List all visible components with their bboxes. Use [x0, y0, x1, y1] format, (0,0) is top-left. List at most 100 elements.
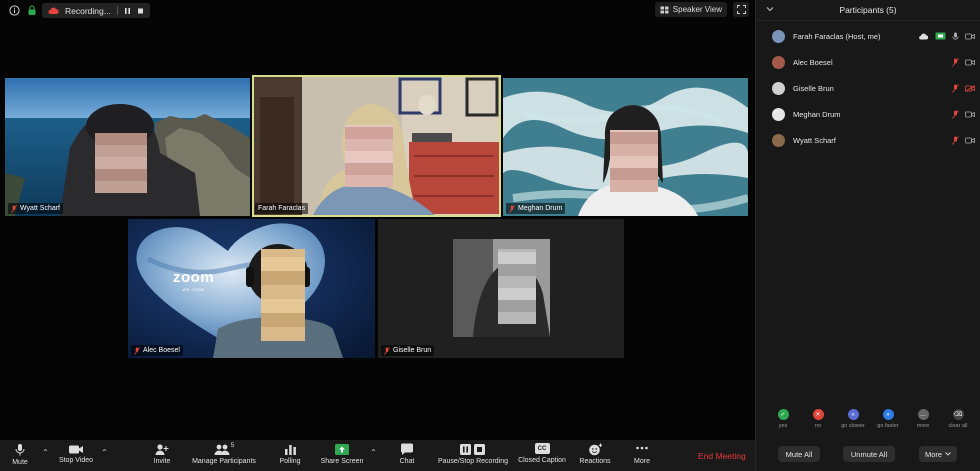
video-tile-giselle[interactable]: Giselle Brun: [378, 219, 624, 358]
tile-name-label: Giselle Brun: [381, 345, 435, 356]
fullscreen-icon: [736, 5, 746, 14]
feedback-go-faster-button[interactable]: » go faster: [873, 409, 903, 429]
pause-recording-icon[interactable]: [124, 7, 131, 15]
recording-indicator[interactable]: Recording...: [42, 3, 150, 18]
cloud-icon: [919, 33, 929, 39]
video-tile-farah[interactable]: Farah Faraclas: [252, 75, 501, 217]
feedback-clear-all-button[interactable]: ⌫ clear all: [943, 409, 973, 429]
share-options-chevron-icon[interactable]: ⌃: [370, 448, 377, 457]
recording-label: Recording...: [65, 5, 111, 16]
avatar: [772, 81, 785, 95]
participant-name: Wyatt Scharf: [793, 135, 836, 145]
add-person-icon: [155, 444, 169, 455]
meeting-toolbar: Mute ⌃ Stop Video ⌃ Invite 5 Manage Part…: [0, 440, 755, 471]
blurred-face: [345, 125, 393, 187]
video-tile-meghan[interactable]: Meghan Drum: [503, 78, 748, 216]
muted-mic-icon[interactable]: [952, 109, 959, 119]
panel-more-label: More: [924, 449, 943, 459]
feedback-yes-button[interactable]: ✓ yes: [768, 409, 798, 429]
participant-name: Giselle Brun: [393, 347, 432, 354]
video-camera-icon: [69, 445, 83, 454]
more-button[interactable]: More: [630, 440, 654, 471]
video-tile-wyatt[interactable]: Wyatt Scharf: [5, 78, 250, 216]
closed-caption-button[interactable]: CC Closed Caption: [516, 440, 568, 471]
participant-row[interactable]: Meghan Drum: [756, 105, 980, 123]
video-options-chevron-icon[interactable]: ⌃: [101, 448, 108, 457]
video-camera-icon[interactable]: [965, 111, 975, 118]
feedback-label: go slower: [841, 423, 865, 429]
video-tile-alec[interactable]: zoom WE CARE Alec Boesel: [128, 219, 375, 358]
participant-row[interactable]: Wyatt Scharf: [756, 131, 980, 149]
grid-icon: [660, 6, 669, 13]
avatar: [772, 133, 785, 147]
muted-mic-icon[interactable]: [952, 135, 959, 145]
bar-chart-icon: [284, 445, 296, 455]
feedback-label: go faster: [877, 423, 899, 429]
chat-bubble-icon: [400, 443, 413, 455]
feedback-label: yes: [778, 423, 788, 429]
blurred-face: [95, 133, 147, 193]
blurred-face: [261, 249, 305, 341]
chevron-down-icon[interactable]: [766, 6, 774, 12]
panel-header: Participants (5): [756, 0, 980, 21]
participant-name: Farah Faraclas (Host, me): [793, 31, 881, 41]
nonverbal-feedback-bar: ✓ yes ✕ no « go slower » go faster … mor…: [768, 409, 973, 429]
video-camera-icon[interactable]: [965, 137, 975, 144]
mute-button[interactable]: Mute: [8, 440, 32, 471]
panel-more-button[interactable]: More: [919, 446, 957, 462]
avatar: [772, 55, 785, 69]
share-screen-button[interactable]: Share Screen: [318, 440, 366, 471]
participant-row[interactable]: Giselle Brun: [756, 79, 980, 97]
video-camera-icon[interactable]: [965, 33, 975, 40]
feedback-label: no: [814, 423, 822, 429]
participant-count-badge: 5: [230, 442, 235, 449]
closed-caption-icon: CC: [534, 443, 550, 454]
info-icon[interactable]: [8, 4, 21, 17]
participant-name: Meghan Drum: [793, 109, 841, 119]
divider: [116, 6, 118, 15]
feedback-no-button[interactable]: ✕ no: [803, 409, 833, 429]
feedback-go-slower-button[interactable]: « go slower: [838, 409, 868, 429]
panel-footer: Mute All Unmute All More: [756, 440, 980, 471]
muted-mic-icon[interactable]: [952, 83, 959, 93]
cloud-recording-icon: [48, 7, 59, 14]
video-off-icon[interactable]: [965, 84, 975, 92]
speaker-view-button[interactable]: Speaker View: [654, 2, 727, 17]
polling-button[interactable]: Polling: [277, 440, 303, 471]
feedback-more-button[interactable]: … more: [908, 409, 938, 429]
stop-video-button[interactable]: Stop Video: [55, 440, 97, 471]
fullscreen-button[interactable]: [733, 2, 749, 17]
eraser-icon: ⌫: [952, 409, 964, 420]
more-label: More: [634, 458, 650, 465]
rewind-icon: «: [847, 409, 859, 420]
participant-row[interactable]: Farah Faraclas (Host, me): [756, 27, 980, 45]
participant-row[interactable]: Alec Boesel: [756, 53, 980, 71]
pause-stop-recording-button[interactable]: Pause/Stop Recording: [434, 440, 512, 471]
mute-all-button[interactable]: Mute All: [778, 446, 820, 462]
microphone-icon[interactable]: [952, 32, 959, 41]
ellipsis-icon: [636, 446, 648, 450]
lock-icon[interactable]: [25, 4, 38, 17]
invite-button[interactable]: Invite: [150, 440, 174, 471]
muted-mic-icon: [11, 204, 17, 213]
participant-name: Farah Faraclas: [258, 205, 306, 212]
participant-name: Alec Boesel: [143, 347, 180, 354]
unmute-all-button[interactable]: Unmute All: [843, 446, 895, 462]
smiley-add-icon: [588, 443, 602, 456]
feedback-label: more: [916, 423, 930, 429]
we-care-text: WE CARE: [182, 287, 205, 292]
share-screen-icon: [335, 444, 349, 455]
checkmark-icon: ✓: [777, 409, 789, 420]
reactions-button[interactable]: Reactions: [578, 440, 612, 471]
muted-mic-icon: [509, 204, 515, 213]
audio-options-chevron-icon[interactable]: ⌃: [42, 448, 49, 457]
chat-button[interactable]: Chat: [395, 440, 419, 471]
end-meeting-button[interactable]: End Meeting: [698, 451, 746, 461]
manage-participants-button[interactable]: 5 Manage Participants: [190, 440, 258, 471]
reactions-label: Reactions: [579, 458, 611, 465]
stop-recording-icon[interactable]: [137, 7, 144, 15]
video-camera-icon[interactable]: [965, 59, 975, 66]
blurred-face: [498, 249, 536, 324]
x-mark-icon: ✕: [812, 409, 824, 420]
muted-mic-icon[interactable]: [952, 57, 959, 67]
